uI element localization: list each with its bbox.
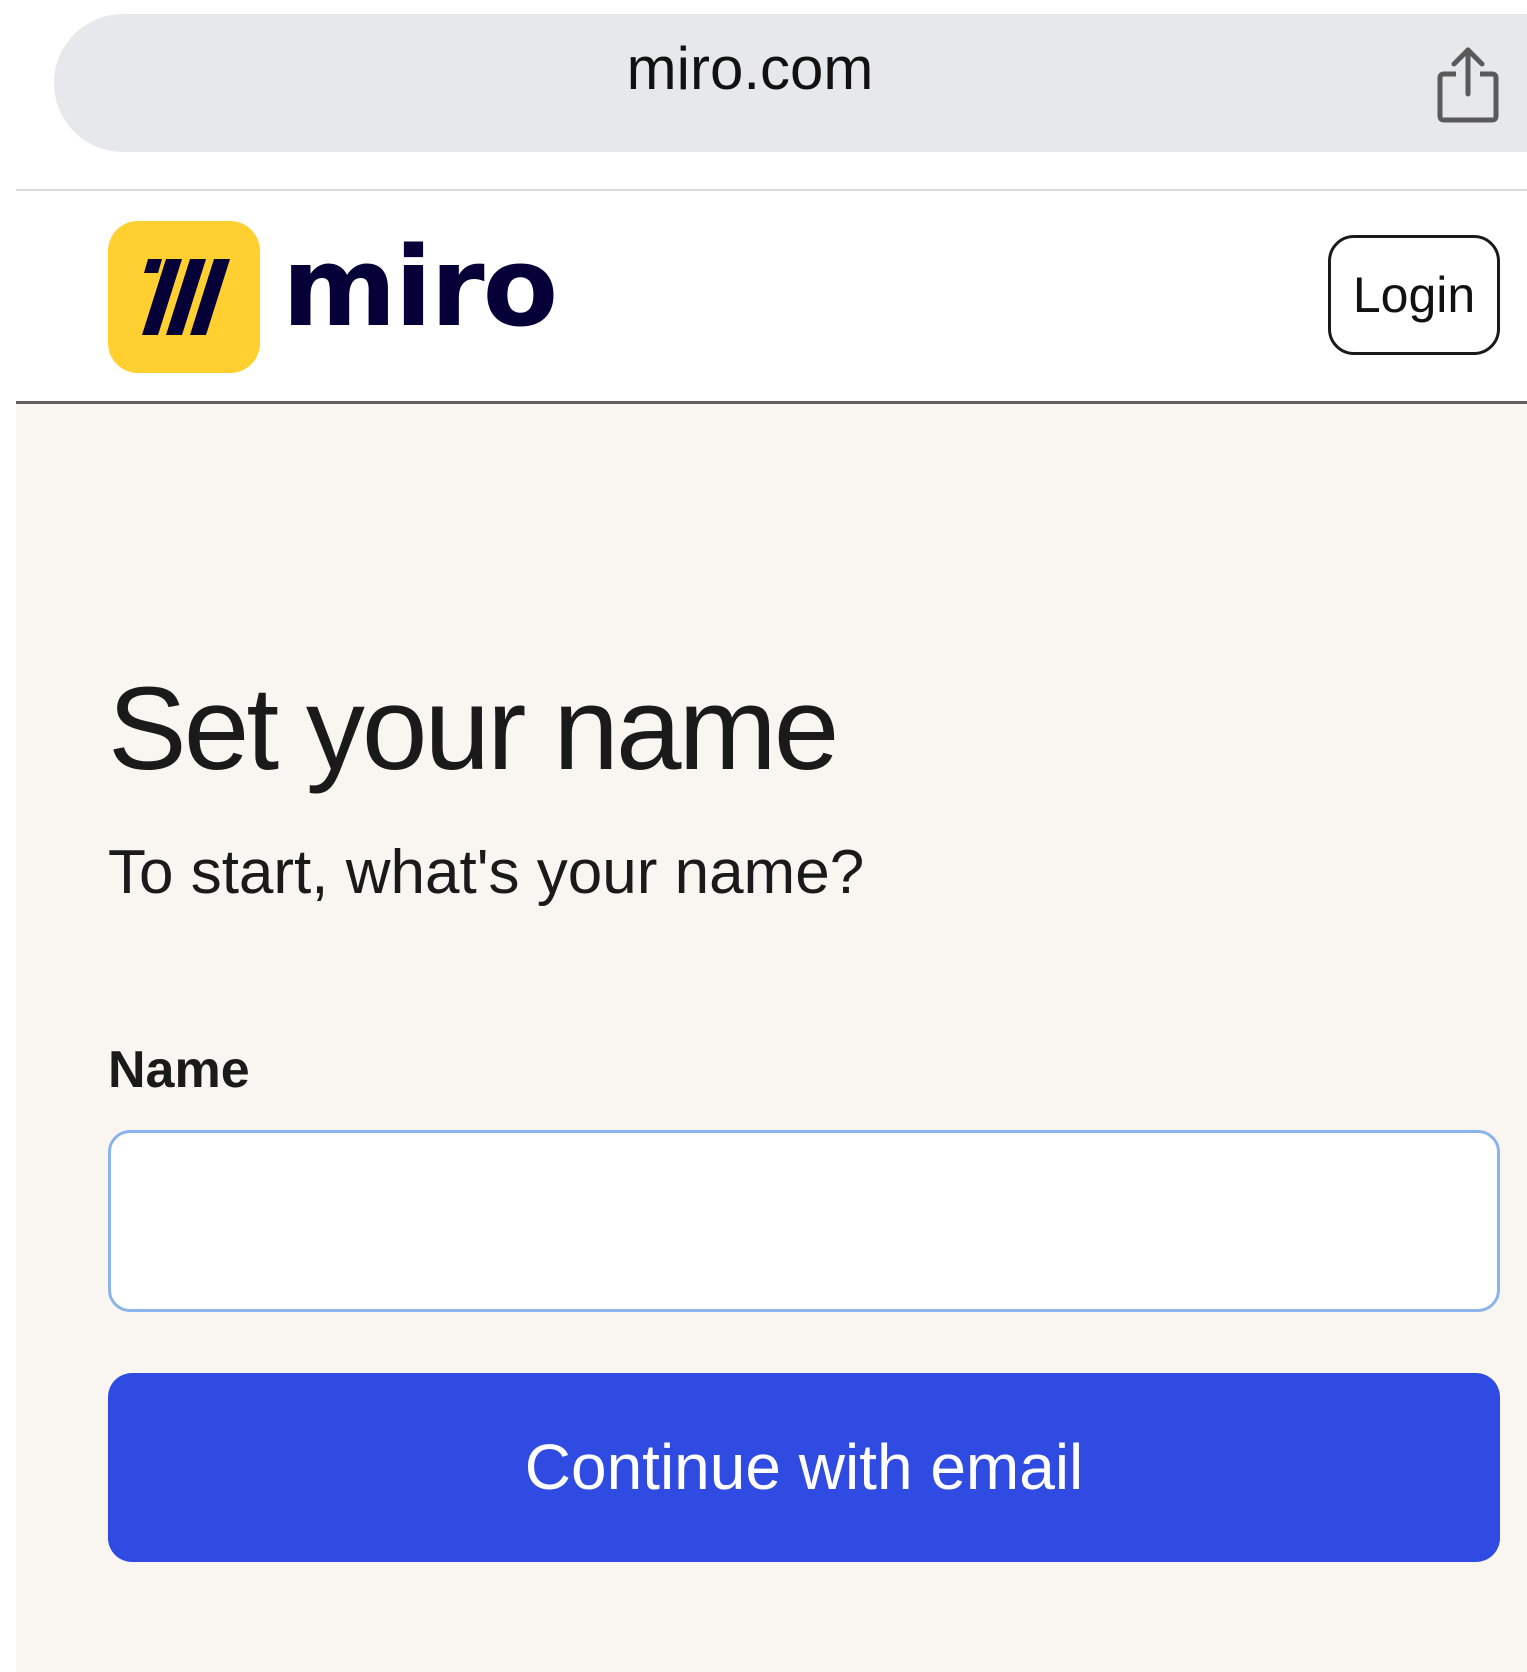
miro-wordmark[interactable]: miro bbox=[282, 227, 558, 347]
name-input[interactable] bbox=[108, 1130, 1500, 1312]
continue-with-email-button[interactable]: Continue with email bbox=[108, 1373, 1500, 1562]
site-header: miro Login bbox=[16, 191, 1527, 404]
miro-logo-icon[interactable] bbox=[108, 221, 260, 373]
url-text[interactable]: miro.com bbox=[0, 0, 1500, 138]
share-icon[interactable] bbox=[1432, 44, 1504, 124]
name-field-label: Name bbox=[108, 1041, 250, 1099]
page-subtitle: To start, what's your name? bbox=[108, 838, 865, 907]
login-button[interactable]: Login bbox=[1328, 235, 1500, 355]
screen: miro.com miro Login Set your name To sta… bbox=[0, 0, 1527, 1672]
page-title: Set your name bbox=[108, 663, 839, 795]
set-name-form: Set your name To start, what's your name… bbox=[16, 404, 1527, 1672]
